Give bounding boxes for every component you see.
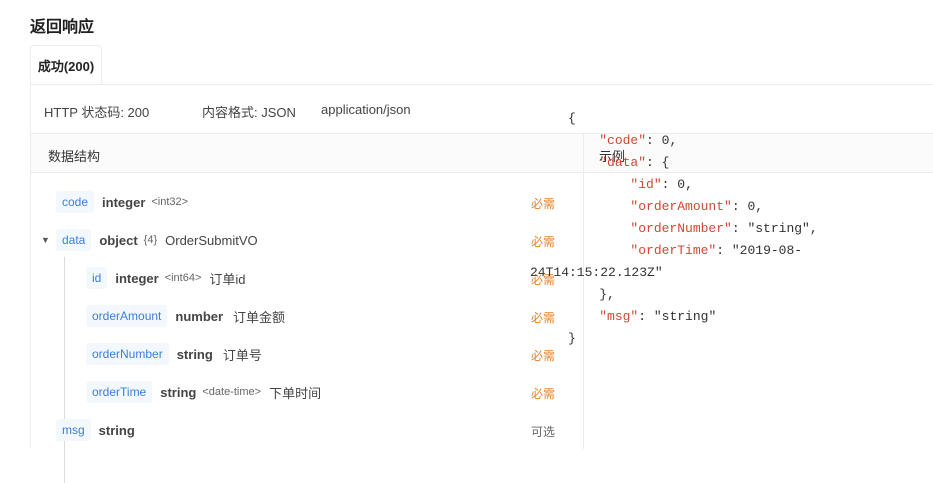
- json-value: 0: [747, 199, 756, 214]
- json-brace: }: [568, 331, 576, 346]
- field-desc: 订单金额: [233, 309, 286, 325]
- field-name[interactable]: orderAmount: [86, 305, 168, 327]
- field-row-msg: msg string: [56, 418, 141, 442]
- required-badge: 必需: [531, 349, 556, 363]
- json-value: 0: [677, 177, 686, 192]
- field-desc: 下单时间: [269, 385, 322, 401]
- json-key: "code": [599, 133, 647, 148]
- field-desc: 订单id: [209, 271, 246, 287]
- required-badge: 必需: [531, 311, 556, 325]
- field-row-order-number: orderNumber string 订单号: [86, 342, 262, 366]
- field-type: integer: [115, 270, 159, 286]
- json-key: "orderTime": [630, 243, 717, 258]
- field-name[interactable]: id: [86, 267, 108, 289]
- json-key: "id": [630, 177, 662, 192]
- field-row-order-time: orderTime string <date-time> 下单时间: [86, 380, 321, 404]
- tree-guide-line: [64, 257, 65, 483]
- field-name[interactable]: msg: [56, 419, 91, 441]
- json-key: "data": [599, 155, 647, 170]
- schema-header-label: 数据结构: [48, 149, 101, 164]
- field-desc: OrderSubmitVO: [165, 232, 258, 248]
- json-value: 24T14:15:22.123Z": [530, 265, 663, 280]
- required-badge: 必需: [531, 235, 556, 249]
- required-badge: 必需: [531, 387, 556, 401]
- mime-type: application/json: [321, 102, 411, 117]
- status-code: HTTP 状态码: 200: [44, 105, 150, 120]
- tab-success-200[interactable]: 成功(200): [30, 45, 102, 84]
- json-value: "string": [747, 221, 810, 236]
- schema-tree: code integer <int32> 必需 ▼ data object {4…: [31, 173, 583, 483]
- json-key: "orderAmount": [630, 199, 732, 214]
- field-format: <int32>: [151, 196, 189, 208]
- json-brace: },: [599, 287, 615, 302]
- schema-header: 数据结构: [31, 134, 583, 173]
- field-row-order-amount: orderAmount number 订单金额: [86, 304, 285, 328]
- field-format: <date-time>: [202, 386, 262, 398]
- field-row-code: code integer <int32>: [56, 190, 196, 214]
- field-count: {4}: [143, 234, 158, 246]
- field-type: string: [160, 384, 197, 400]
- field-name[interactable]: code: [56, 191, 95, 213]
- json-value: "2019-08-: [731, 243, 803, 258]
- field-name[interactable]: data: [56, 229, 92, 251]
- section-title: 返回响应: [30, 19, 95, 36]
- json-key: "msg": [599, 309, 639, 324]
- field-type: string: [98, 422, 135, 438]
- json-key: "orderNumber": [630, 221, 732, 236]
- field-type: object: [99, 232, 138, 248]
- field-format: <int64>: [164, 272, 202, 284]
- content-format: 内容格式: JSON: [202, 105, 296, 120]
- field-type: number: [175, 308, 224, 324]
- optional-badge: 可选: [531, 425, 556, 439]
- json-brace: {: [568, 111, 576, 126]
- caret-down-icon[interactable]: ▼: [41, 235, 50, 245]
- field-row-data[interactable]: data object {4} OrderSubmitVO: [56, 228, 258, 252]
- json-value: 0: [661, 133, 670, 148]
- required-badge: 必需: [531, 197, 556, 211]
- example-json[interactable]: { "code": 0, "data": { "id": 0, "orderAm…: [530, 108, 898, 350]
- field-name[interactable]: orderTime: [86, 381, 153, 403]
- field-row-id: id integer <int64> 订单id: [86, 266, 246, 290]
- json-value: "string": [653, 309, 717, 324]
- field-name[interactable]: orderNumber: [86, 343, 169, 365]
- field-type: integer: [102, 194, 146, 210]
- field-type: string: [176, 346, 213, 362]
- field-desc: 订单号: [222, 347, 262, 363]
